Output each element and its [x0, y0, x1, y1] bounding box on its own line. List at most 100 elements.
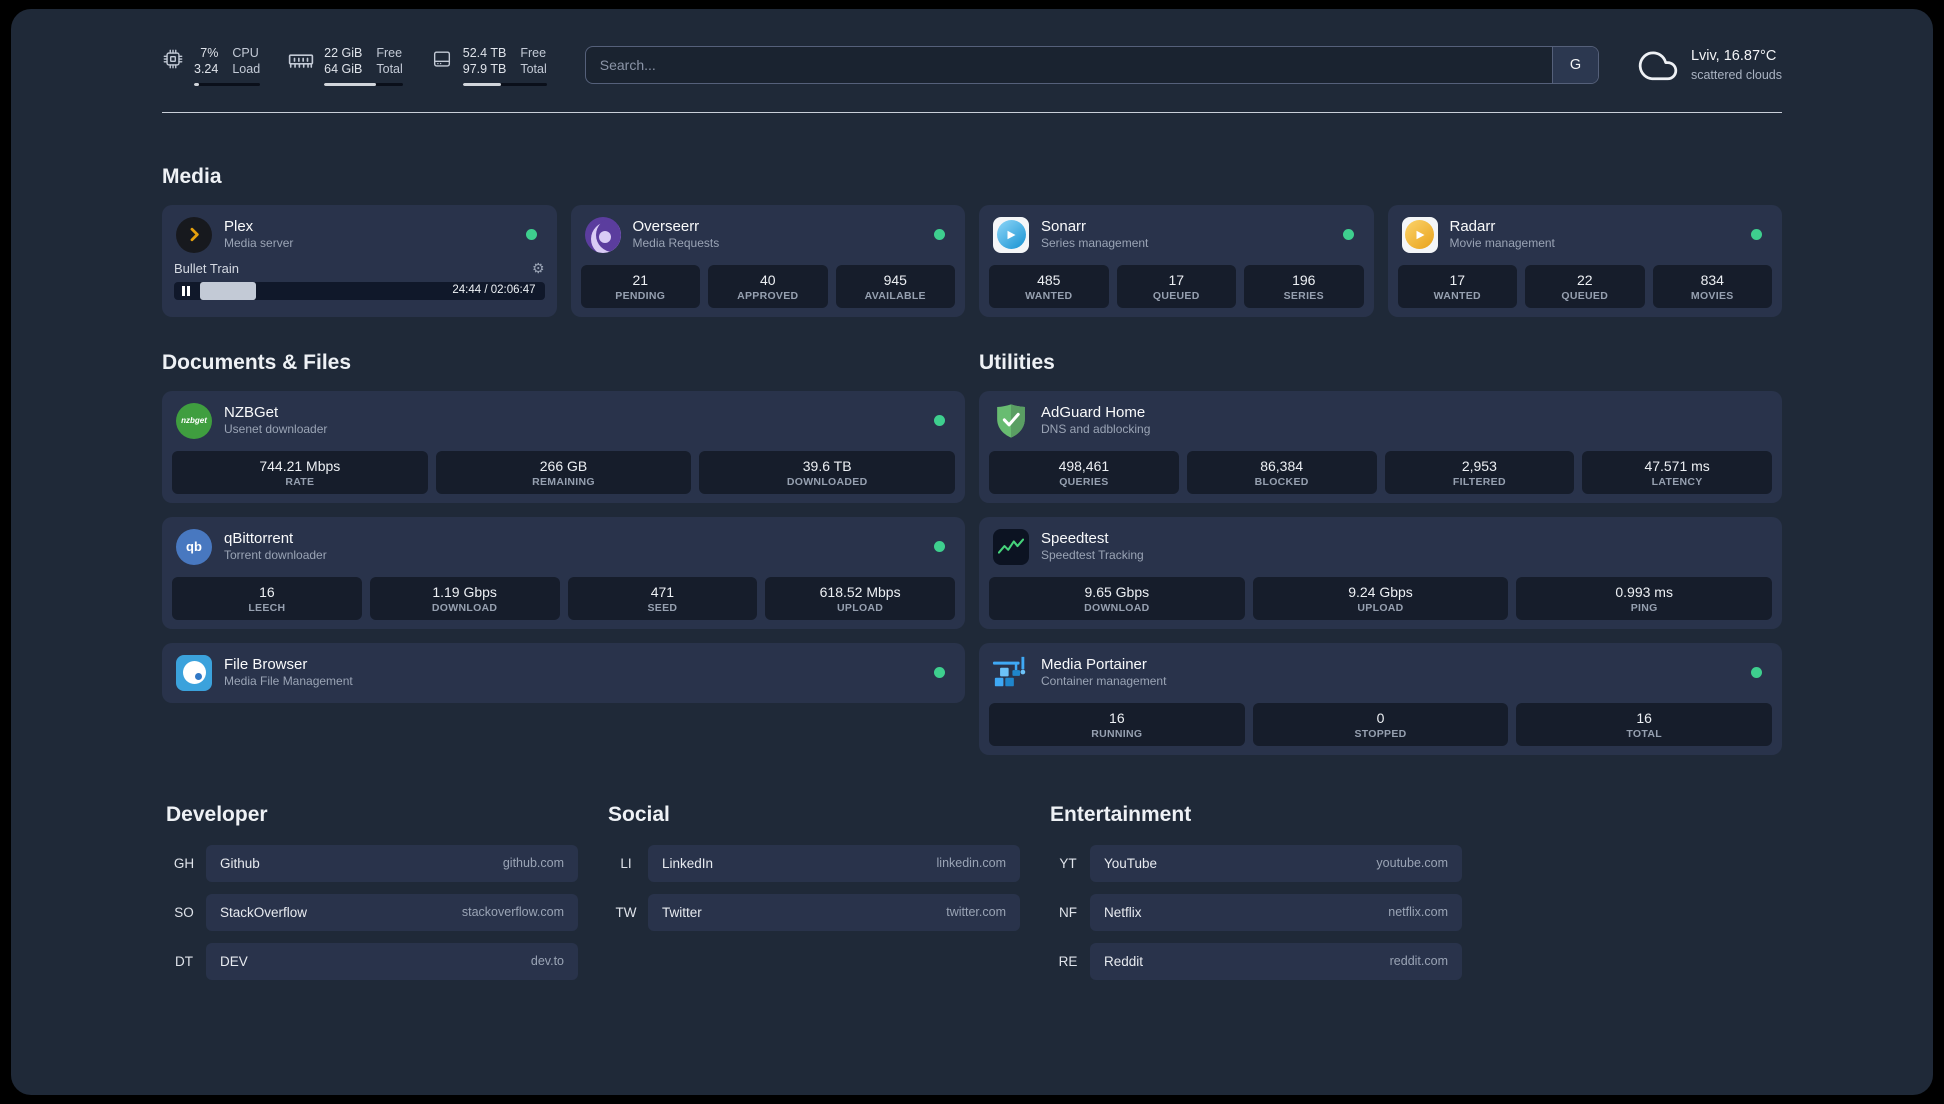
stat-box: 196 SERIES: [1244, 264, 1364, 308]
stat-label: UPLOAD: [837, 601, 884, 614]
resource-labels: Free Total: [520, 46, 547, 77]
service-name: Radarr: [1449, 217, 1496, 235]
bookmark-group-entertainment: Entertainment YT YouTube youtube.com NF Netfl…: [1046, 803, 1462, 992]
bookmark-url: stackoverflow.com: [461, 905, 564, 919]
portainer-icon: [991, 653, 1031, 693]
stat-box: 9.65 Gbps DOWNLOAD: [989, 576, 1245, 620]
bookmark-netflix[interactable]: NF Netflix netflix.com: [1046, 893, 1462, 931]
resource-usage-bar: [324, 82, 403, 86]
stat-box: 16 LEECH: [172, 576, 362, 620]
utilities-cards: AdGuard Home DNS and adblocking 498,461 QUE…: [979, 390, 1782, 755]
plex-icon: [174, 215, 214, 255]
stat-label: SEED: [647, 601, 678, 614]
playback-progress-bar: 24:44 / 02:06:47: [174, 281, 545, 300]
search-input[interactable]: [585, 47, 1552, 84]
stat-box: 86,384 BLOCKED: [1186, 450, 1377, 494]
service-card-sonarr[interactable]: Sonarr Series management 485 WANTED 17 QUEUED…: [979, 204, 1374, 317]
bookmark-group-title: Entertainment: [1050, 802, 1192, 826]
stat-label: DOWNLOAD: [431, 601, 498, 614]
service-name: NZBGet: [224, 403, 279, 421]
stat-box: 945 AVAILABLE: [835, 264, 955, 308]
media-cards: Plex Media server Bullet Train ⚙ 24:44 / 02:…: [162, 204, 1782, 317]
bookmark-github[interactable]: GH Github github.com: [162, 844, 578, 882]
stat-box: 16 TOTAL: [1516, 702, 1772, 746]
status-dot: [525, 229, 537, 240]
stat-label: RUNNING: [1091, 727, 1143, 740]
service-card-radarr[interactable]: Radarr Movie management 17 WANTED 22 QUEUED 83…: [1387, 204, 1782, 317]
bookmark-twitter[interactable]: TW Twitter twitter.com: [604, 893, 1020, 931]
pause-icon[interactable]: [182, 285, 190, 296]
bookmark-abbr: LI: [620, 855, 632, 871]
stat-box: 17 QUEUED: [1116, 264, 1236, 308]
resource-values: 22 GiB 64 GiB: [324, 46, 363, 77]
stat-label: FILTERED: [1452, 475, 1506, 488]
stat-label: MOVIES: [1690, 289, 1734, 302]
stat-label: DOWNLOADED: [786, 475, 868, 488]
status-dot: [1751, 229, 1762, 240]
service-card-adguard[interactable]: AdGuard Home DNS and adblocking 498,461 QUE…: [979, 390, 1782, 503]
bookmark-linkedin[interactable]: LI LinkedIn linkedin.com: [604, 844, 1020, 882]
stat-label: AVAILABLE: [864, 289, 926, 302]
bookmark-abbr: NF: [1059, 904, 1077, 920]
bookmark-abbr: TW: [615, 904, 637, 920]
search-provider-button[interactable]: G: [1551, 47, 1598, 84]
stat-box: 0 STOPPED: [1252, 702, 1509, 746]
bookmark-name: Twitter: [662, 904, 702, 920]
stat-value: 40: [759, 271, 776, 288]
bookmark-reddit[interactable]: RE Reddit reddit.com: [1046, 942, 1462, 980]
stat-box: 22 QUEUED: [1525, 264, 1645, 308]
service-card-plex[interactable]: Plex Media server Bullet Train ⚙ 24:44 / 02:…: [162, 204, 557, 317]
stat-value: 9.65 Gbps: [1084, 583, 1150, 600]
sonarr-icon: [991, 215, 1031, 255]
stat-label: LEECH: [248, 601, 286, 614]
bookmark-group-title: Social: [608, 802, 670, 826]
bookmark-name: LinkedIn: [662, 855, 714, 871]
status-dot: [1751, 667, 1762, 678]
stat-box: 744.21 Mbps RATE: [172, 450, 428, 494]
bookmark-name: DEV: [220, 953, 248, 969]
bookmark-name: YouTube: [1104, 855, 1158, 871]
stat-value: 22: [1576, 271, 1593, 288]
stat-label: UPLOAD: [1357, 601, 1404, 614]
service-name: Speedtest: [1041, 529, 1109, 547]
bookmark-name: StackOverflow: [220, 904, 308, 920]
bookmark-url: youtube.com: [1376, 856, 1448, 870]
cpu-icon: [162, 48, 184, 70]
bookmark-url: linkedin.com: [936, 856, 1006, 870]
bookmark-url: github.com: [502, 856, 564, 870]
status-dot: [934, 667, 945, 678]
gear-icon[interactable]: ⚙: [532, 260, 545, 277]
service-card-overseerr[interactable]: Overseerr Media Requests 21 PENDING 40 APPROV…: [570, 204, 965, 317]
stat-box: 1.19 Gbps DOWNLOAD: [369, 576, 560, 620]
resource-labels: CPU Load: [232, 46, 261, 77]
service-subtitle: Container management: [1041, 674, 1167, 689]
bookmark-stackoverflow[interactable]: SO StackOverflow stackoverflow.com: [162, 893, 578, 931]
bookmark-dev[interactable]: DT DEV dev.to: [162, 942, 578, 980]
service-subtitle: Media server: [224, 236, 294, 251]
stat-label: SERIES: [1283, 289, 1324, 302]
stat-label: REMAINING: [532, 475, 595, 488]
service-subtitle: Speedtest Tracking: [1041, 548, 1144, 563]
stat-label: DOWNLOAD: [1084, 601, 1150, 614]
stat-box: 39.6 TB DOWNLOADED: [699, 450, 955, 494]
stat-box: 47.571 ms LATENCY: [1582, 450, 1772, 494]
service-card-qbittorrent[interactable]: qb qBittorrent Torrent downloader 16 LEECH 1.…: [162, 516, 965, 629]
service-card-nzbget[interactable]: nzbget NZBGet Usenet downloader 744.21 Mbps…: [162, 390, 965, 503]
bookmark-abbr: DT: [175, 953, 193, 969]
service-card-portainer[interactable]: Media Portainer Container management 16 RUN…: [979, 642, 1782, 755]
utilities-column: Utilities AdGuard Home DNS and adblocking…: [979, 351, 1782, 755]
section-title-documents: Documents & Files: [162, 350, 352, 374]
weather-widget: Lviv, 16.87°C scattered clouds: [1637, 47, 1782, 83]
stat-box: 16 RUNNING: [989, 702, 1245, 746]
service-card-filebrowser[interactable]: File Browser Media File Management: [162, 642, 965, 703]
adguard-icon: [991, 401, 1031, 441]
filebrowser-icon: [174, 653, 214, 693]
service-name: qBittorrent: [224, 529, 294, 547]
topbar: 7% 3.24 CPU Load 22 GiB 64 GiB Free Total 52.4 T…: [162, 45, 1782, 86]
stat-box: 21 PENDING: [580, 264, 700, 308]
stat-box: 834 MOVIES: [1652, 264, 1772, 308]
service-name: Media Portainer: [1041, 655, 1147, 673]
bookmark-youtube[interactable]: YT YouTube youtube.com: [1046, 844, 1462, 882]
stat-value: 47.571 ms: [1644, 457, 1710, 474]
service-card-speedtest[interactable]: Speedtest Speedtest Tracking 9.65 Gbps DOWN…: [979, 516, 1782, 629]
